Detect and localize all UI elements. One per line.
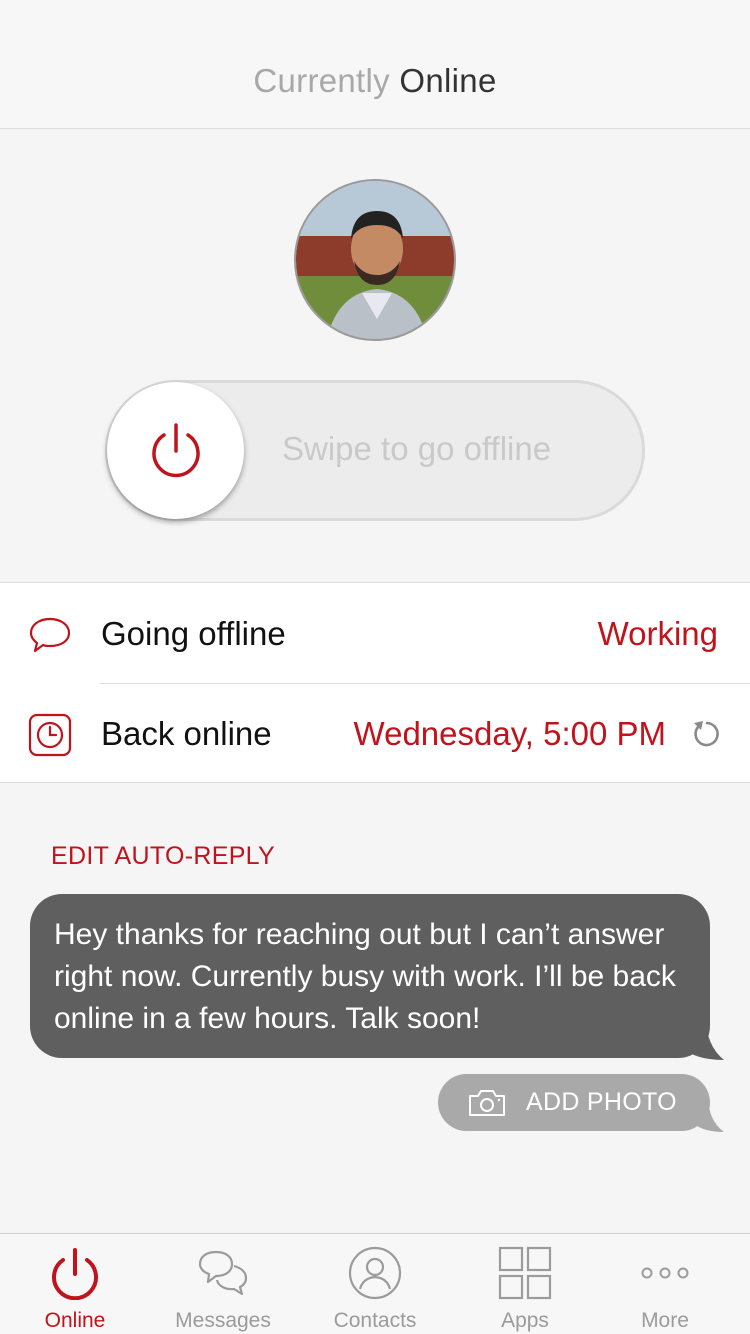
more-dots-icon — [641, 1267, 689, 1279]
tab-bar: Online Messages Contacts Apps More — [0, 1233, 750, 1334]
power-icon — [52, 1248, 98, 1300]
grid-icon — [498, 1246, 552, 1300]
bubble-tail — [680, 1010, 724, 1060]
back-online-value[interactable]: Wednesday, 5:00 PM — [354, 715, 666, 753]
tab-online[interactable]: Online — [0, 1234, 150, 1334]
going-offline-label: Going offline — [101, 615, 286, 652]
title-prefix: Currently — [253, 62, 390, 99]
header-bar: Currently Online — [0, 0, 750, 129]
tab-messages[interactable]: Messages — [148, 1234, 298, 1334]
tab-more[interactable]: More — [590, 1234, 740, 1334]
chat-bubbles-icon — [198, 1250, 248, 1296]
contact-icon — [348, 1246, 402, 1300]
avatar[interactable] — [294, 179, 456, 341]
tab-online-label: Online — [44, 1309, 106, 1332]
tab-contacts[interactable]: Contacts — [300, 1234, 450, 1334]
status-settings: Going offline Working Back online Wednes… — [0, 582, 750, 783]
add-photo-button[interactable]: ADD PHOTO — [438, 1074, 710, 1131]
edit-auto-reply-link[interactable]: EDIT AUTO-REPLY — [51, 842, 275, 871]
avatar-photo — [296, 181, 454, 339]
power-icon — [151, 422, 200, 477]
reset-icon[interactable] — [690, 717, 722, 749]
tab-apps-label: Apps — [501, 1309, 549, 1332]
back-online-label: Back online — [101, 715, 272, 752]
tab-messages-label: Messages — [175, 1309, 271, 1332]
title-status: Online — [399, 62, 497, 99]
swipe-label: Swipe to go offline — [282, 430, 552, 467]
tab-more-label: More — [641, 1309, 689, 1332]
swipe-knob[interactable] — [107, 382, 244, 519]
add-photo-label: ADD PHOTO — [526, 1088, 677, 1116]
going-offline-value[interactable]: Working — [598, 615, 718, 653]
going-offline-row[interactable]: Going offline Working — [0, 583, 750, 683]
photo-bubble-tail — [692, 1096, 724, 1132]
tab-contacts-label: Contacts — [333, 1309, 417, 1332]
speech-bubble-icon — [29, 617, 71, 653]
page-title: Currently Online — [0, 62, 750, 100]
tab-apps[interactable]: Apps — [450, 1234, 600, 1334]
auto-reply-message[interactable]: Hey thanks for reaching out but I can’t … — [30, 894, 710, 1058]
clock-icon — [28, 713, 72, 757]
camera-icon — [469, 1089, 505, 1116]
back-online-row[interactable]: Back online Wednesday, 5:00 PM — [0, 683, 750, 783]
